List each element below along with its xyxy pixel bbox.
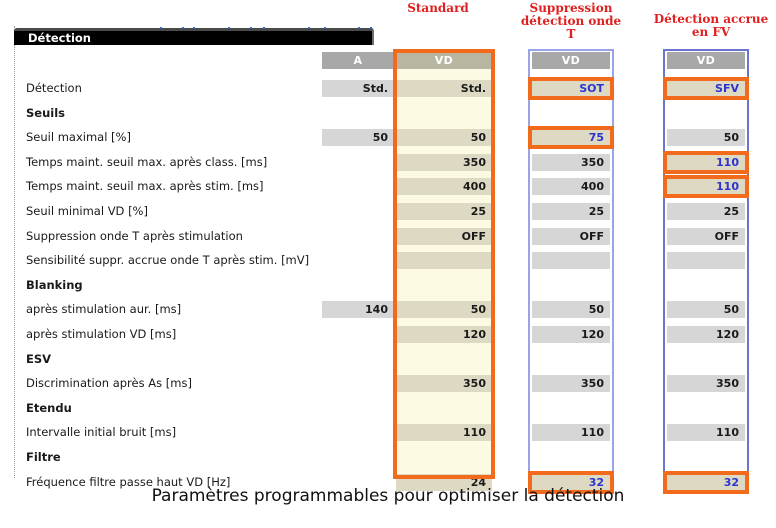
cell-vd_sfv: SFV [667,80,745,97]
cell-vd_sot: 110 [532,424,610,442]
row-label: Détection [26,81,82,95]
section-label: Blanking [26,277,83,292]
row-label: Intervalle initial bruit [ms] [26,425,177,440]
cell-a: Std. [322,80,394,97]
titlebar-dot [263,27,265,29]
titlebar-dot [228,27,230,29]
cell-vd_sfv: 110 [667,424,745,442]
row-label: Seuil minimal VD [%] [26,204,148,218]
cell-vd_std: 25 [396,203,492,220]
cell-vd_sfv: 120 [667,326,745,343]
cell-vd_sfv: OFF [667,227,745,245]
cell-vd_sot [532,252,610,270]
cell-vd_sot: 50 [532,301,610,319]
caption-suppression-onde-t-text: Suppression détection onde T [520,1,622,41]
cell-a: 50 [322,129,394,147]
row-label: Sensibilité suppr. accrue onde T après s… [26,253,310,268]
column-header-vd_sot: VD [532,52,610,69]
panel-title: Détection [28,31,91,45]
figure-caption: Paramètres programmables pour optimiser … [151,486,625,506]
cell-vd_std: 400 [396,178,492,196]
titlebar-dot [370,27,372,29]
cell-vd_sfv: 110 [667,178,745,196]
cell-vd_std: OFF [396,227,492,245]
cell-vd_std: 350 [396,375,492,393]
cell-vd_sot: 350 [532,375,610,393]
cell-vd_sot: SOT [532,80,610,97]
section-label: ESV [26,351,52,366]
cell-vd_std: 350 [396,153,492,171]
titlebar-dot [193,27,195,29]
row-label: après stimulation VD [ms] [26,327,177,341]
cell-vd_sfv: 50 [667,301,745,319]
titlebar-dot [324,27,326,29]
row-label: après stimulation aur. [ms] [26,302,182,317]
caption-suppression-onde-t: Suppression détection onde T [515,2,627,41]
row-label: Suppression onde T après stimulation [26,228,243,243]
cell-vd_sfv [667,252,745,270]
cell-a: 140 [322,301,394,319]
titlebar-dot [250,27,252,29]
row-label: Discrimination après As [ms] [26,376,192,391]
titlebar-dot [308,27,310,29]
titlebar-dot [182,27,184,29]
row-label: Temps maint. seuil max. après class. [ms… [26,154,268,169]
titlebar-dot [160,27,162,29]
caption-standard-text: Standard [407,1,469,15]
cell-vd_sfv: 110 [667,153,745,171]
cell-vd_sfv: 350 [667,375,745,393]
caption-detection-accrue-fv: Détection accrue en FV [648,13,774,39]
section-label: Seuils [26,105,65,120]
cell-vd_sot: 25 [532,203,610,220]
caption-standard: Standard [383,2,493,15]
cell-vd_sfv: 25 [667,203,745,220]
cell-vd_sot: 75 [532,129,610,147]
titlebar-dot [358,27,360,29]
cell-vd_std: Std. [396,80,492,97]
row-label: Seuil maximal [%] [26,130,131,145]
section-label: Etendu [26,400,72,415]
column-header-vd_sfv: VD [667,52,745,69]
column-header-a: A [322,52,394,69]
panel-titlebar: Détection [14,28,374,45]
cell-vd_std: 110 [396,424,492,442]
cell-vd_sfv: 50 [667,129,745,147]
cell-vd_sot: 400 [532,178,610,196]
cell-vd_std [396,252,492,270]
caption-detection-accrue-fv-text: Détection accrue en FV [653,12,769,39]
cell-vd_std: 50 [396,129,492,147]
column-header-vd_std: VD [396,52,492,69]
cell-vd_sot: 120 [532,326,610,343]
row-label: Temps maint. seuil max. après stim. [ms] [26,179,264,194]
cell-vd_std: 50 [396,301,492,319]
cell-vd_std: 120 [396,326,492,343]
section-label: Filtre [26,450,61,464]
cell-vd_sot: OFF [532,227,610,245]
titlebar-dots-decoration [160,27,375,30]
cell-vd_sot: 350 [532,153,610,171]
